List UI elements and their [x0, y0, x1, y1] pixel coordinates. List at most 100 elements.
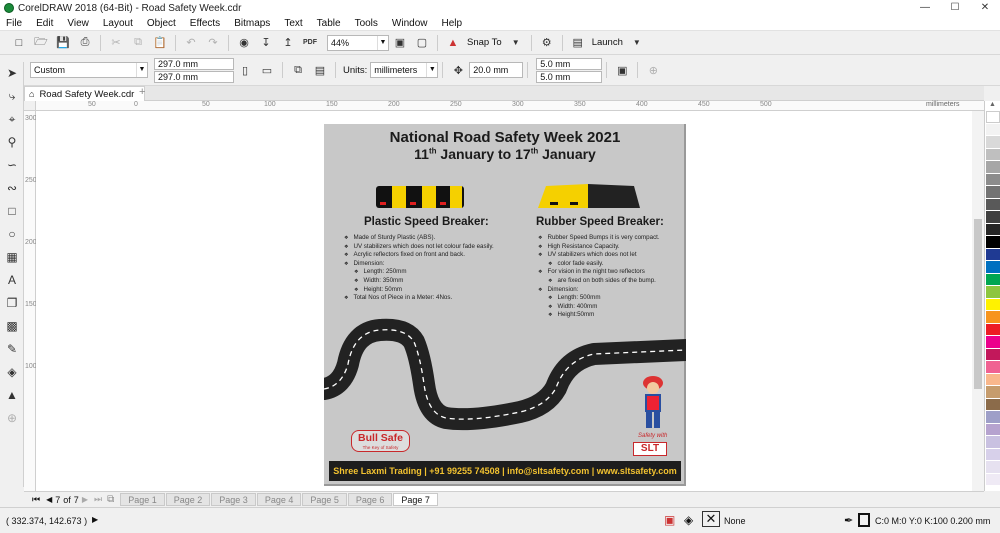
color-swatch[interactable] — [986, 448, 1000, 460]
document-tab[interactable]: ⌂ Road Safety Week.cdr — [24, 86, 146, 101]
treat-as-filled-icon[interactable]: ▣ — [613, 61, 631, 79]
chevron-down-icon[interactable]: ▼ — [507, 34, 525, 52]
launch-icon[interactable]: ▤ — [569, 34, 587, 52]
page-tab[interactable]: Page 1 — [120, 493, 165, 506]
menu-window[interactable]: Window — [392, 18, 428, 29]
export-icon[interactable]: ↥ — [279, 34, 297, 52]
color-swatch[interactable] — [986, 373, 1000, 385]
color-swatch[interactable] — [986, 473, 1000, 485]
rectangle-tool-icon[interactable]: □ — [3, 202, 21, 220]
menu-text[interactable]: Text — [284, 18, 302, 29]
color-swatch[interactable] — [986, 461, 1000, 473]
open-folder-icon[interactable]: 🗁 — [32, 34, 50, 52]
horizontal-ruler[interactable]: 50 0 50 100 150 200 250 300 350 400 450 … — [36, 101, 984, 111]
add-icon[interactable]: ⊕ — [644, 61, 662, 79]
color-swatch[interactable] — [986, 136, 1000, 148]
page-height-field[interactable]: 297.0 mm — [154, 70, 234, 83]
add-tool-icon[interactable]: ⊕ — [3, 409, 21, 427]
snap-icon[interactable]: ▲ — [444, 34, 462, 52]
minimize-button[interactable]: — — [910, 0, 940, 16]
add-page-icon[interactable]: ⧉ — [107, 494, 114, 505]
portrait-icon[interactable]: ▯ — [236, 61, 254, 79]
graph-paper-icon[interactable]: ▦ — [3, 248, 21, 266]
text-tool-icon[interactable]: A — [3, 271, 21, 289]
pen-outline-icon[interactable]: ✒ — [844, 514, 853, 527]
options-gear-icon[interactable]: ⚙ — [538, 34, 556, 52]
menu-edit[interactable]: Edit — [36, 18, 53, 29]
outline-color-swatch[interactable] — [858, 513, 870, 527]
menu-file[interactable]: File — [6, 18, 22, 29]
color-swatch[interactable] — [986, 336, 1000, 348]
cut-icon[interactable]: ✂ — [107, 34, 125, 52]
maximize-button[interactable]: ☐ — [940, 0, 970, 16]
ellipse-tool-icon[interactable]: ○ — [3, 225, 21, 243]
print-icon[interactable]: ⎙ — [76, 34, 94, 52]
transparency-icon[interactable]: ▩ — [3, 317, 21, 335]
menu-tools[interactable]: Tools — [355, 18, 378, 29]
color-swatch[interactable] — [986, 111, 1000, 123]
corel-connect-icon[interactable]: ◉ — [235, 34, 253, 52]
color-swatch[interactable] — [986, 311, 1000, 323]
close-button[interactable]: ✕ — [970, 0, 1000, 16]
chevron-down-icon[interactable]: ▼ — [628, 34, 646, 52]
export-pdf-icon[interactable]: PDF — [301, 34, 319, 52]
page-tab[interactable]: Page 6 — [347, 493, 393, 506]
artistic-media-icon[interactable]: ∾ — [3, 179, 21, 197]
poster-page[interactable]: National Road Safety Week 2021 11th Janu… — [324, 124, 686, 486]
eyedropper-icon[interactable]: ✎ — [3, 340, 21, 358]
units-dropdown[interactable]: millimeters ▼ — [370, 62, 439, 78]
redo-icon[interactable]: ↷ — [204, 34, 222, 52]
smart-fill-icon[interactable]: ▲ — [3, 386, 21, 404]
page-size-preset[interactable]: Custom ▼ — [30, 62, 148, 78]
color-swatch[interactable] — [986, 323, 1000, 335]
import-icon[interactable]: ↧ — [257, 34, 275, 52]
color-swatch[interactable] — [986, 211, 1000, 223]
menu-bitmaps[interactable]: Bitmaps — [234, 18, 270, 29]
freehand-tool-icon[interactable]: ∽ — [3, 156, 21, 174]
pick-tool-icon[interactable]: ➤ — [3, 64, 21, 82]
edit-fill-icon[interactable]: ◈ — [684, 513, 693, 527]
all-pages-icon[interactable]: ⧉ — [289, 61, 307, 79]
crop-tool-icon[interactable]: ⌖ — [3, 110, 21, 128]
color-swatch[interactable] — [986, 173, 1000, 185]
color-swatch[interactable] — [986, 236, 1000, 248]
ruler-corner[interactable] — [24, 101, 36, 111]
color-swatch[interactable] — [986, 223, 1000, 235]
menu-help[interactable]: Help — [442, 18, 463, 29]
next-page-icon[interactable]: ▶ — [82, 495, 88, 504]
prev-page-icon[interactable]: ◀ — [46, 495, 52, 504]
menu-layout[interactable]: Layout — [103, 18, 133, 29]
color-swatch[interactable] — [986, 186, 1000, 198]
color-swatch[interactable] — [986, 436, 1000, 448]
page-tab[interactable]: Page 3 — [211, 493, 256, 506]
menu-effects[interactable]: Effects — [190, 18, 220, 29]
color-swatch[interactable] — [986, 123, 1000, 135]
launch-dropdown[interactable]: Launch — [592, 37, 623, 48]
page-tab-active[interactable]: Page 7 — [393, 493, 438, 506]
color-swatch[interactable] — [986, 198, 1000, 210]
expand-status-icon[interactable]: ▶ — [92, 515, 98, 524]
landscape-icon[interactable]: ▭ — [258, 61, 276, 79]
zoom-tool-icon[interactable]: ⚲ — [3, 133, 21, 151]
save-icon[interactable]: 💾 — [54, 34, 72, 52]
color-swatch[interactable] — [986, 298, 1000, 310]
zoom-level-field[interactable]: 44% ▼ — [327, 34, 389, 51]
drawing-canvas[interactable]: National Road Safety Week 2021 11th Janu… — [36, 111, 972, 491]
zoom-fit-icon[interactable]: ▣ — [391, 34, 409, 52]
page-tab[interactable]: Page 4 — [256, 493, 302, 506]
color-swatch[interactable] — [986, 248, 1000, 260]
page-tab[interactable]: Page 2 — [165, 493, 211, 506]
color-swatch[interactable] — [986, 261, 1000, 273]
color-swatch[interactable] — [986, 411, 1000, 423]
page-tab[interactable]: Page 5 — [302, 493, 347, 506]
drop-shadow-icon[interactable]: ❐ — [3, 294, 21, 312]
first-page-icon[interactable]: ⏮ — [32, 494, 40, 505]
color-swatch[interactable] — [986, 286, 1000, 298]
color-swatch[interactable] — [986, 423, 1000, 435]
color-swatch[interactable] — [986, 361, 1000, 373]
color-swatch[interactable] — [986, 161, 1000, 173]
color-swatch[interactable] — [986, 273, 1000, 285]
undo-icon[interactable]: ↶ — [182, 34, 200, 52]
scrollbar-thumb[interactable] — [974, 219, 982, 389]
snap-to-dropdown[interactable]: Snap To — [467, 37, 502, 48]
